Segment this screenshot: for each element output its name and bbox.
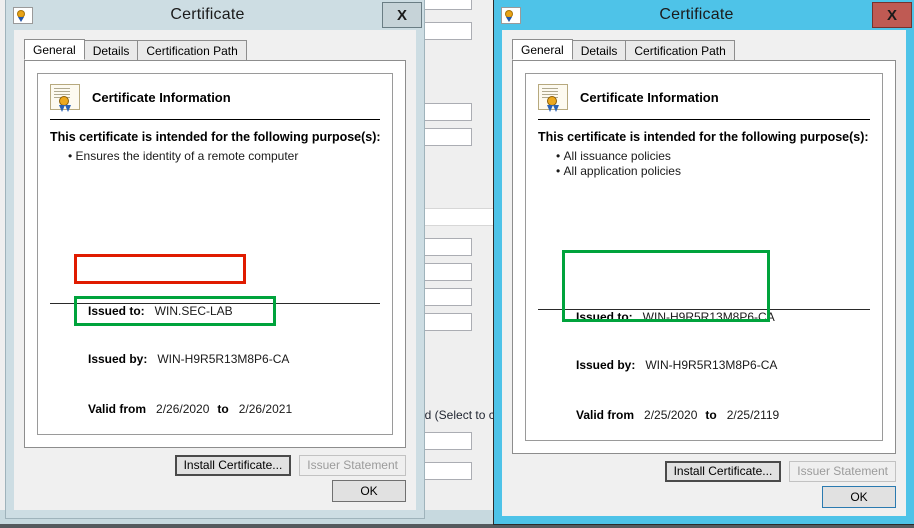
certificate-info-header: Certificate Information xyxy=(526,74,882,112)
issuer-statement-button: Issuer Statement xyxy=(789,461,896,482)
background-input-field[interactable] xyxy=(420,22,472,40)
issued-to-label: Issued to: xyxy=(576,310,633,324)
purpose-list: Ensures the identity of a remote compute… xyxy=(68,149,392,164)
issued-by-label: Issued by: xyxy=(576,358,636,372)
background-input-field[interactable] xyxy=(420,288,472,306)
certificate-info-frame: Certificate Information This certificate… xyxy=(525,73,883,441)
ok-button[interactable]: OK xyxy=(822,486,896,508)
issued-details-block: Issued to: WIN-H9R5R13M8P6-CA Issued by:… xyxy=(538,310,870,422)
ok-button-row: OK xyxy=(332,480,406,502)
background-input-field[interactable] xyxy=(420,432,472,450)
purpose-item: Ensures the identity of a remote compute… xyxy=(68,149,392,164)
issued-by-row: Issued by: WIN-H9R5R13M8P6-CA xyxy=(576,358,870,372)
issued-to-label: Issued to: xyxy=(88,304,145,318)
issued-to-row: Issued to: WIN.SEC-LAB xyxy=(88,304,380,318)
valid-from-value: 2/26/2020 xyxy=(156,402,210,416)
purpose-item: All issuance policies xyxy=(556,149,882,164)
purpose-list: All issuance policies All application po… xyxy=(556,149,882,179)
valid-from-label: Valid from xyxy=(576,408,635,422)
purpose-item: All application policies xyxy=(556,164,882,179)
tab-general[interactable]: General xyxy=(512,39,573,60)
purpose-title: This certificate is intended for the fol… xyxy=(50,130,381,144)
certificate-dialog-right[interactable]: Certificate X General Details Certificat… xyxy=(493,0,914,525)
header-divider xyxy=(538,119,870,120)
valid-from-label: Valid from xyxy=(88,402,147,416)
tab-details[interactable]: Details xyxy=(83,40,139,60)
install-certificate-button[interactable]: Install Certificate... xyxy=(664,461,782,482)
tab-strip: General Details Certification Path xyxy=(512,39,896,61)
install-certificate-button[interactable]: Install Certificate... xyxy=(174,455,292,476)
validity-row: Valid from 2/26/2020 to 2/26/2021 xyxy=(88,402,380,416)
dialog-body: General Details Certification Path Certi… xyxy=(502,30,906,516)
background-input-field[interactable] xyxy=(420,103,472,121)
purpose-title: This certificate is intended for the fol… xyxy=(538,130,869,144)
certificate-seal-icon xyxy=(538,84,568,112)
background-clipped-link-text[interactable] xyxy=(120,519,210,528)
valid-to-label: to xyxy=(705,408,717,422)
tab-details[interactable]: Details xyxy=(571,40,627,60)
certificate-info-header: Certificate Information xyxy=(38,74,392,112)
issued-by-value: WIN-H9R5R13M8P6-CA xyxy=(157,352,290,366)
background-input-field[interactable] xyxy=(420,313,472,331)
issued-to-value: WIN-H9R5R13M8P6-CA xyxy=(642,310,775,324)
background-input-field[interactable] xyxy=(420,238,472,256)
valid-to-value: 2/26/2021 xyxy=(238,402,293,416)
tab-strip: General Details Certification Path xyxy=(24,39,406,61)
tab-certification-path[interactable]: Certification Path xyxy=(137,40,247,60)
certificate-information-heading: Certificate Information xyxy=(92,89,231,105)
background-input-field[interactable] xyxy=(420,462,472,480)
background-input-field[interactable] xyxy=(420,0,472,10)
ok-button-row: OK xyxy=(822,486,896,508)
ok-button[interactable]: OK xyxy=(332,480,406,502)
general-tab-panel: Certificate Information This certificate… xyxy=(24,61,406,448)
issued-to-highlight xyxy=(74,254,246,284)
certificate-icon xyxy=(501,6,521,24)
valid-to-value: 2/25/2119 xyxy=(726,408,780,422)
action-buttons-row: Install Certificate... Issuer Statement xyxy=(174,455,406,476)
issued-by-row: Issued by: WIN-H9R5R13M8P6-CA xyxy=(88,352,380,366)
window-title: Certificate xyxy=(170,6,245,23)
validity-row: Valid from 2/25/2020 to 2/25/2119 xyxy=(576,408,870,422)
dialog-body: General Details Certification Path Certi… xyxy=(14,30,416,510)
certificate-information-heading: Certificate Information xyxy=(580,89,719,105)
issued-details-block: Issued to: WIN.SEC-LAB Issued by: WIN-H9… xyxy=(50,304,380,416)
general-tab-panel: Certificate Information This certificate… xyxy=(512,61,896,454)
tab-general[interactable]: General xyxy=(24,39,85,60)
issued-to-value: WIN.SEC-LAB xyxy=(154,304,233,318)
close-icon[interactable]: X xyxy=(872,2,912,28)
header-divider xyxy=(50,119,380,120)
action-buttons-row: Install Certificate... Issuer Statement xyxy=(664,461,896,482)
certificate-dialog-left[interactable]: Certificate X General Details Certificat… xyxy=(5,0,425,519)
background-input-field[interactable] xyxy=(420,128,472,146)
title-bar[interactable]: Certificate X xyxy=(494,0,914,30)
issued-by-label: Issued by: xyxy=(88,352,148,366)
issued-by-value: WIN-H9R5R13M8P6-CA xyxy=(645,358,778,372)
valid-to-label: to xyxy=(217,402,229,416)
background-input-field[interactable] xyxy=(420,263,472,281)
background-partial-label: ed (Select to c xyxy=(418,408,495,422)
window-title: Certificate xyxy=(659,6,734,23)
issuer-statement-button: Issuer Statement xyxy=(299,455,406,476)
tab-certification-path[interactable]: Certification Path xyxy=(625,40,735,60)
valid-from-value: 2/25/2020 xyxy=(644,408,698,422)
title-bar[interactable]: Certificate X xyxy=(6,0,424,30)
close-icon[interactable]: X xyxy=(382,2,422,28)
certificate-seal-icon xyxy=(50,84,80,112)
certificate-info-frame: Certificate Information This certificate… xyxy=(37,73,393,435)
issued-to-row: Issued to: WIN-H9R5R13M8P6-CA xyxy=(576,310,870,324)
certificate-icon xyxy=(13,6,33,24)
